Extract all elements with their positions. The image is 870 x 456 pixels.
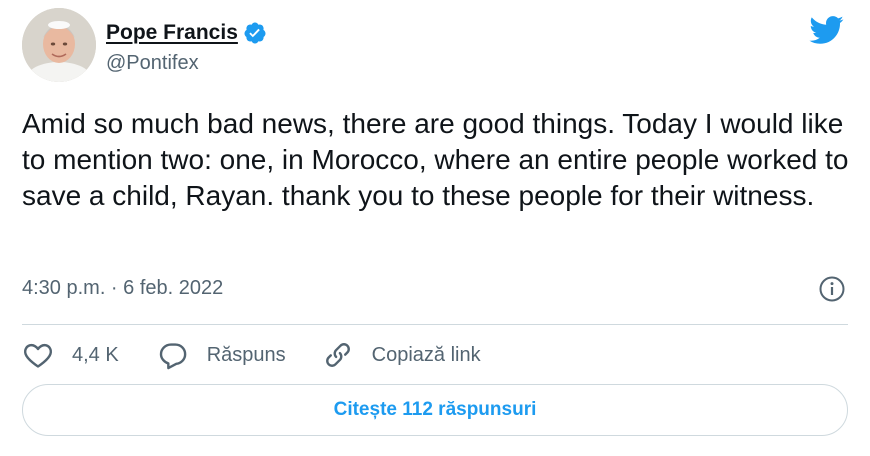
info-icon[interactable] bbox=[818, 275, 846, 303]
reply-label: Răspuns bbox=[206, 343, 286, 366]
tweet-text: Amid so much bad news, there are good th… bbox=[22, 108, 849, 211]
tweet-timestamp[interactable]: 4:30 p.m. · 6 feb. 2022 bbox=[22, 277, 223, 300]
author-handle[interactable]: @Pontifex bbox=[106, 52, 199, 75]
action-bar: 4,4 K Răspuns Copiază link bbox=[22, 338, 481, 372]
link-icon bbox=[325, 343, 350, 367]
twitter-bird-icon[interactable] bbox=[808, 12, 844, 48]
verified-badge-icon bbox=[243, 21, 267, 45]
tweet-card: Pope Francis @Pontifex Amid so much bad … bbox=[0, 0, 870, 456]
avatar[interactable] bbox=[22, 8, 96, 82]
copy-link-label: Copiază link bbox=[371, 343, 481, 366]
author-display-name[interactable]: Pope Francis bbox=[106, 21, 238, 45]
read-replies-button[interactable]: Citește 112 răspunsuri bbox=[22, 384, 848, 436]
reply-bubble-icon bbox=[159, 343, 187, 370]
like-button[interactable]: 4,4 K bbox=[22, 339, 119, 371]
like-count: 4,4 K bbox=[72, 343, 119, 366]
heart-icon bbox=[24, 343, 52, 368]
copy-link-button[interactable]: Copiază link bbox=[322, 339, 481, 371]
reply-button[interactable]: Răspuns bbox=[157, 339, 286, 371]
author-name-row: Pope Francis bbox=[106, 18, 267, 48]
divider bbox=[22, 324, 848, 325]
